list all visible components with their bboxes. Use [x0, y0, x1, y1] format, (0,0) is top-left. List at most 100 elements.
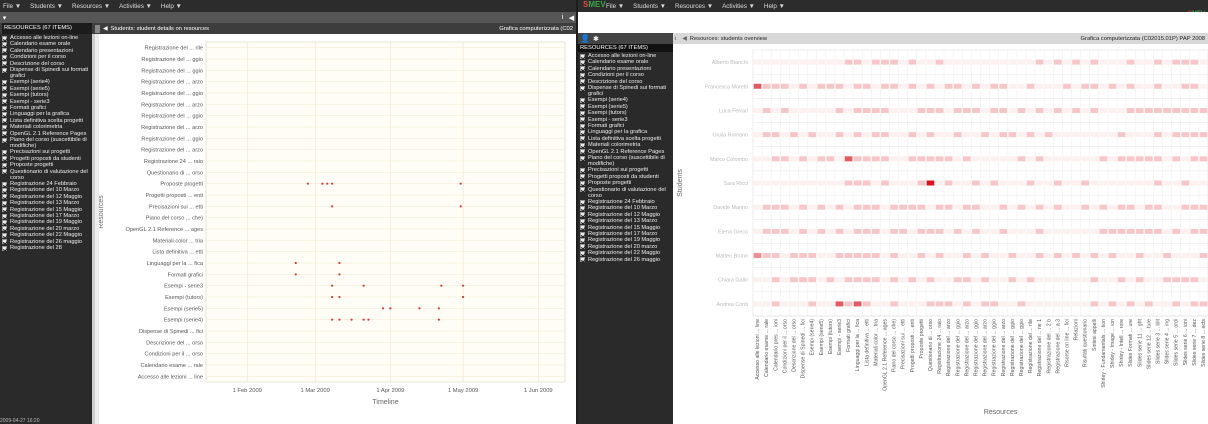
heatmap-cell[interactable]	[963, 204, 971, 210]
heatmap-cell[interactable]	[790, 301, 798, 307]
heatmap-cell[interactable]	[1145, 59, 1153, 65]
heatmap-cell[interactable]	[853, 107, 862, 113]
heatmap-cell[interactable]	[917, 301, 926, 307]
heatmap-cell[interactable]	[890, 132, 898, 138]
heatmap-cell[interactable]	[972, 228, 980, 234]
heatmap-cell[interactable]	[853, 253, 862, 259]
checkbox-icon[interactable]	[580, 155, 585, 161]
heatmap-cell[interactable]	[1081, 253, 1089, 259]
heatmap-cell[interactable]	[862, 204, 871, 210]
heatmap-cell[interactable]	[1154, 132, 1162, 138]
resource-item[interactable]: Esempi (tutors)	[1, 92, 91, 98]
heatmap-cell[interactable]	[844, 277, 853, 283]
checkbox-icon[interactable]	[580, 110, 585, 116]
heatmap-cell[interactable]	[1035, 253, 1044, 259]
heatmap-cell[interactable]	[762, 83, 771, 89]
heatmap-cell[interactable]	[1154, 204, 1162, 210]
checkbox-icon[interactable]	[2, 80, 7, 86]
resource-item[interactable]: Condizioni per il corso	[1, 54, 91, 60]
menu-resources[interactable]: Resources ▼	[72, 3, 110, 10]
heatmap-cell[interactable]	[1090, 204, 1099, 210]
heatmap-cell[interactable]	[1126, 253, 1135, 259]
checkbox-icon[interactable]	[2, 86, 7, 92]
heatmap-cell[interactable]	[953, 180, 962, 186]
menu-file[interactable]: File ▼	[3, 3, 21, 10]
heatmap-cell[interactable]	[999, 180, 1008, 186]
heatmap-cell[interactable]	[872, 59, 880, 65]
heatmap-cell[interactable]	[1135, 83, 1144, 89]
menu-resources[interactable]: Resources ▼	[675, 3, 713, 10]
heatmap-cell[interactable]	[1017, 107, 1026, 113]
checkbox-icon[interactable]	[580, 79, 585, 85]
heatmap-cell[interactable]	[1044, 107, 1053, 113]
heatmap-cell[interactable]	[899, 59, 907, 65]
heatmap-cell[interactable]	[872, 107, 880, 113]
heatmap-cell[interactable]	[972, 301, 980, 307]
heatmap-cell[interactable]	[926, 107, 935, 113]
heatmap-cell[interactable]	[799, 107, 807, 113]
heatmap-cell[interactable]	[999, 83, 1008, 89]
heatmap-cell[interactable]	[1117, 253, 1126, 259]
resource-item[interactable]: Linguaggi per la grafica	[579, 129, 672, 135]
heatmap-cell[interactable]	[1044, 253, 1053, 259]
checkbox-icon[interactable]	[2, 213, 7, 219]
heatmap-cell[interactable]	[990, 253, 998, 259]
resource-item[interactable]: Registrazione del 17 Marzo	[1, 213, 91, 219]
access-point[interactable]	[367, 318, 370, 321]
heatmap-cell[interactable]	[1181, 180, 1190, 186]
checkbox-icon[interactable]	[2, 67, 7, 73]
heatmap-cell[interactable]	[1190, 59, 1199, 65]
heatmap-cell[interactable]	[826, 301, 835, 307]
heatmap-cell[interactable]	[1008, 204, 1017, 210]
heatmap-cell[interactable]	[890, 301, 898, 307]
heatmap-cell[interactable]	[1008, 107, 1017, 113]
heatmap-cell[interactable]	[1126, 59, 1135, 65]
checkbox-icon[interactable]	[2, 194, 7, 200]
heatmap-cell[interactable]	[1135, 228, 1144, 234]
resource-item[interactable]: Descrizione del corso	[579, 79, 672, 85]
heatmap-cell[interactable]	[881, 132, 889, 138]
heatmap-cell[interactable]	[1117, 59, 1126, 65]
heatmap-cell[interactable]	[1044, 180, 1053, 186]
checkbox-icon[interactable]	[2, 99, 7, 105]
heatmap-cell[interactable]	[1135, 253, 1144, 259]
heatmap-cell[interactable]	[881, 156, 889, 162]
heatmap-cell[interactable]	[1017, 132, 1026, 138]
resource-item[interactable]: Esempi - serie3	[1, 99, 91, 105]
heatmap-cell[interactable]	[790, 59, 798, 65]
heatmap-cell[interactable]	[1081, 107, 1089, 113]
heatmap-cell[interactable]	[753, 132, 762, 138]
heatmap-cell[interactable]	[999, 59, 1008, 65]
heatmap-cell[interactable]	[1035, 132, 1044, 138]
heatmap-cell[interactable]	[1099, 59, 1108, 65]
heatmap-cell[interactable]	[1126, 83, 1135, 89]
checkbox-icon[interactable]	[2, 169, 7, 175]
heatmap-cell[interactable]	[1199, 107, 1208, 113]
heatmap-cell[interactable]	[1199, 204, 1208, 210]
checkbox-icon[interactable]	[580, 218, 585, 224]
heatmap-cell[interactable]	[899, 180, 907, 186]
checkbox-icon[interactable]	[2, 181, 7, 187]
heatmap-cell[interactable]	[990, 107, 998, 113]
heatmap-cell[interactable]	[1054, 180, 1062, 186]
heatmap-cell[interactable]	[1044, 59, 1053, 65]
heatmap-cell[interactable]	[1099, 107, 1108, 113]
heatmap-cell[interactable]	[781, 156, 789, 162]
heatmap-cell[interactable]	[1172, 156, 1180, 162]
heatmap-cell[interactable]	[771, 132, 780, 138]
heatmap-cell[interactable]	[1063, 301, 1071, 307]
heatmap-cell[interactable]	[1090, 228, 1099, 234]
heatmap-cell[interactable]	[881, 180, 889, 186]
heatmap-cell[interactable]	[1054, 301, 1062, 307]
resource-item[interactable]: Registrazione del 13 Marzo	[579, 218, 672, 224]
resource-item[interactable]: Registrazione del 20 marzo	[1, 226, 91, 232]
heatmap-cell[interactable]	[881, 253, 889, 259]
resource-item[interactable]: Registrazione del 26 maggio	[579, 257, 672, 263]
resource-item[interactable]: Dispense di Spinedi sui formati grafici	[1, 67, 91, 79]
heatmap-cell[interactable]	[981, 180, 989, 186]
heatmap-cell[interactable]	[935, 107, 944, 113]
heatmap-cell[interactable]	[1035, 301, 1044, 307]
access-point[interactable]	[462, 295, 465, 299]
heatmap-cell[interactable]	[799, 253, 807, 259]
heatmap-cell[interactable]	[1017, 228, 1026, 234]
